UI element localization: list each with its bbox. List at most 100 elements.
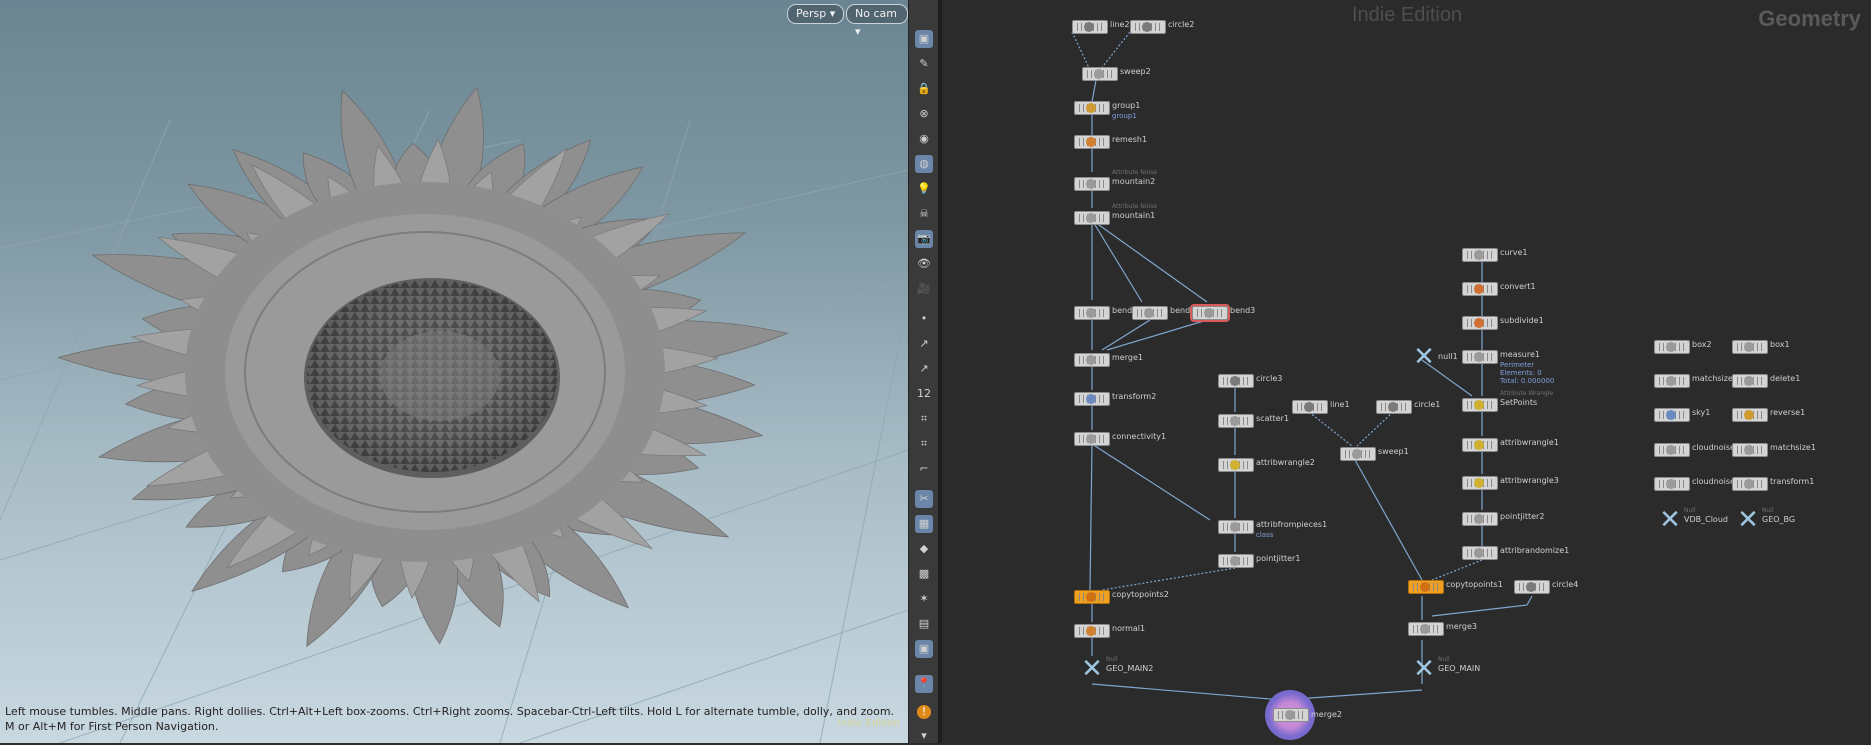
node-GEO_BG[interactable]: ✕ GEO_BG Null bbox=[1736, 505, 1795, 535]
network-editor[interactable]: Indie Edition Geometry line2 circle2 swe… bbox=[942, 0, 1871, 743]
node-tile[interactable] bbox=[1074, 353, 1110, 367]
node-type-label: Attribute Noise bbox=[1112, 203, 1158, 210]
map-icon[interactable]: ▩ bbox=[915, 565, 933, 583]
null-node-icon: ✕ bbox=[1413, 342, 1435, 372]
vector-icon[interactable]: ↗ bbox=[915, 360, 933, 378]
pin-icon[interactable]: 📍 bbox=[915, 675, 933, 693]
display-toolbar: ▣ ✎ 🔒 ⊗ ◉ ◍ 💡 ☠ 📷 👁 🎥 • ↗ ↗ 12 ⌗ ⌗ ⌐ ✂ ▦ ◆ ▩ ✶ ▤ ▣ 📍! ▾ bbox=[908, 0, 940, 743]
snap-icon[interactable]: ✂ bbox=[915, 490, 933, 508]
node-tile[interactable] bbox=[1732, 443, 1768, 457]
ruler-icon[interactable]: ⌐ bbox=[915, 460, 933, 478]
node-label: VDB_Cloud bbox=[1684, 515, 1728, 524]
node-tile[interactable] bbox=[1462, 316, 1498, 330]
node-tile[interactable] bbox=[1218, 414, 1254, 428]
node-null1[interactable]: ✕ null1 bbox=[1412, 342, 1458, 372]
vertex-number-icon[interactable]: ⌗ bbox=[915, 435, 933, 453]
node-tile[interactable] bbox=[1732, 374, 1768, 388]
node-tile[interactable] bbox=[1732, 408, 1768, 422]
node-tile[interactable] bbox=[1130, 20, 1166, 34]
node-tile[interactable] bbox=[1132, 306, 1168, 320]
node-label: normal1 bbox=[1112, 624, 1146, 633]
eye-icon[interactable]: 👁 bbox=[915, 255, 933, 273]
node-tile[interactable] bbox=[1462, 476, 1498, 490]
highlight-icon[interactable]: ◍ bbox=[915, 155, 933, 173]
point-icon[interactable]: • bbox=[915, 310, 933, 328]
node-label: bend3 bbox=[1230, 306, 1256, 315]
node-tile[interactable] bbox=[1462, 512, 1498, 526]
node-tile[interactable] bbox=[1462, 398, 1498, 412]
node-tile[interactable] bbox=[1074, 177, 1110, 191]
node-tile[interactable] bbox=[1218, 520, 1254, 534]
node-tile[interactable] bbox=[1218, 554, 1254, 568]
node-tile[interactable] bbox=[1462, 546, 1498, 560]
node-tile[interactable] bbox=[1654, 408, 1690, 422]
display-icon[interactable]: ▤ bbox=[915, 615, 933, 633]
node-tile[interactable] bbox=[1074, 211, 1110, 225]
viewport-watermark: Indie Edition bbox=[837, 718, 900, 729]
ghost-icon[interactable]: ⊗ bbox=[915, 105, 933, 123]
node-label: attribfrompieces1 bbox=[1256, 520, 1328, 529]
brush-icon[interactable]: ✎ bbox=[915, 55, 933, 73]
node-label: attribwrangle1 bbox=[1500, 438, 1559, 447]
node-tile[interactable] bbox=[1082, 67, 1118, 81]
node-tile[interactable] bbox=[1732, 477, 1768, 491]
scene-viewport[interactable]: Persp ▾ No cam ▾ Left mouse tumbles. Mid… bbox=[0, 0, 908, 743]
node-tile[interactable] bbox=[1074, 306, 1110, 320]
node-tile[interactable] bbox=[1462, 350, 1498, 364]
node-note: class bbox=[1256, 531, 1274, 539]
node-label: GEO_MAIN2 bbox=[1106, 664, 1154, 673]
record-icon[interactable]: 🎥 bbox=[915, 280, 933, 298]
node-tile[interactable] bbox=[1074, 392, 1110, 406]
no-cam-menu[interactable]: No cam ▾ bbox=[846, 4, 908, 38]
grid-snap-icon[interactable]: ▦ bbox=[915, 515, 933, 533]
viewport-help-text: Left mouse tumbles. Middle pans. Right d… bbox=[5, 705, 895, 733]
node-tile[interactable] bbox=[1654, 340, 1690, 354]
node-tile[interactable] bbox=[1654, 477, 1690, 491]
null-node-icon: ✕ bbox=[1737, 505, 1759, 535]
number-icon[interactable]: 12 bbox=[915, 385, 933, 403]
node-merge2[interactable]: merge2 bbox=[1265, 690, 1342, 740]
node-tile[interactable] bbox=[1292, 400, 1328, 414]
background-icon[interactable]: ▣ bbox=[915, 640, 933, 658]
node-tile[interactable] bbox=[1074, 135, 1110, 149]
prim-number-icon[interactable]: ⌗ bbox=[915, 410, 933, 428]
node-tile[interactable] bbox=[1654, 443, 1690, 457]
node-tile[interactable] bbox=[1074, 432, 1110, 446]
node-tile[interactable] bbox=[1732, 340, 1768, 354]
node-GEO_MAIN2[interactable]: ✕ GEO_MAIN2 Null bbox=[1080, 656, 1153, 682]
node-tile[interactable] bbox=[1190, 304, 1230, 322]
sunflower-model bbox=[56, 86, 789, 648]
skull-icon[interactable]: ☠ bbox=[915, 205, 933, 223]
node-tile[interactable] bbox=[1654, 374, 1690, 388]
camera-icon[interactable]: 📷 bbox=[915, 230, 933, 248]
node-tile[interactable] bbox=[1462, 282, 1498, 296]
node-tile[interactable] bbox=[1408, 580, 1444, 594]
layer-icon[interactable]: ◆ bbox=[915, 540, 933, 558]
camera-menu[interactable]: Persp ▾ bbox=[787, 4, 845, 24]
node-tile[interactable] bbox=[1376, 400, 1412, 414]
null-node-icon: ✕ bbox=[1413, 654, 1435, 684]
warning-icon[interactable]: ! bbox=[917, 705, 931, 719]
node-tile[interactable] bbox=[1340, 447, 1376, 461]
node-tile[interactable] bbox=[1074, 101, 1110, 115]
node-tile[interactable] bbox=[1218, 458, 1254, 472]
axis-icon[interactable]: ✶ bbox=[915, 590, 933, 608]
node-label: box2 bbox=[1692, 340, 1712, 349]
light-icon[interactable]: 💡 bbox=[915, 180, 933, 198]
node-tile[interactable] bbox=[1072, 20, 1108, 34]
node-tile[interactable] bbox=[1218, 374, 1254, 388]
node-tile[interactable] bbox=[1514, 580, 1550, 594]
node-GEO_MAIN[interactable]: ✕ GEO_MAIN Null bbox=[1412, 654, 1480, 684]
node-tile[interactable] bbox=[1462, 248, 1498, 262]
lock-icon[interactable]: 🔒 bbox=[915, 80, 933, 98]
node-tile[interactable] bbox=[1074, 590, 1110, 604]
shading-icon[interactable]: ◉ bbox=[915, 130, 933, 148]
select-icon[interactable]: ▣ bbox=[915, 30, 933, 48]
null-node-icon: ✕ bbox=[1659, 505, 1681, 535]
node-tile[interactable] bbox=[1074, 624, 1110, 638]
node-VDB_Cloud[interactable]: ✕ VDB_Cloud Null bbox=[1658, 505, 1728, 535]
node-tile[interactable] bbox=[1408, 622, 1444, 636]
normal-icon[interactable]: ↗ bbox=[915, 335, 933, 353]
node-tile[interactable] bbox=[1462, 438, 1498, 452]
more-icon[interactable]: ▾ bbox=[915, 727, 933, 745]
